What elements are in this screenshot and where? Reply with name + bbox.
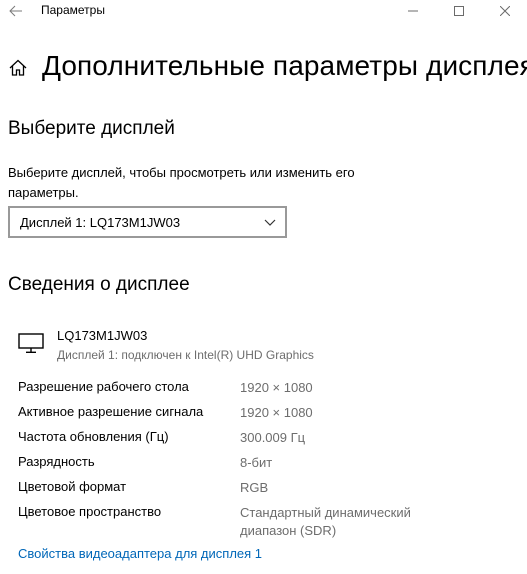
property-value: Стандартный динамический диапазон (SDR) <box>240 505 411 538</box>
property-label: Разрешение рабочего стола <box>18 379 189 394</box>
title-bar: Параметры <box>0 0 527 22</box>
monitor-icon <box>18 333 44 353</box>
arrow-left-icon <box>9 5 22 17</box>
page-header: Дополнительные параметры дисплея <box>0 48 527 88</box>
display-properties: Разрешение рабочего стола 1920 × 1080 Ак… <box>18 377 498 546</box>
property-value: 8-бит <box>240 455 273 470</box>
property-row-bit-depth: Разрядность 8-бит <box>18 452 498 477</box>
property-row-color-space: Цветовое пространство Стандартный динами… <box>18 502 498 546</box>
close-button[interactable] <box>482 0 527 22</box>
property-row-refresh-rate: Частота обновления (Гц) 300.009 Гц <box>18 427 498 452</box>
display-connection-info: Дисплей 1: подключен к Intel(R) UHD Grap… <box>57 348 314 362</box>
display-select-dropdown[interactable]: Дисплей 1: LQ173M1JW03 <box>8 206 287 238</box>
back-button[interactable] <box>0 0 32 22</box>
display-select-value: Дисплей 1: LQ173M1JW03 <box>20 214 181 230</box>
property-row-active-resolution: Активное разрешение сигнала 1920 × 1080 <box>18 402 498 427</box>
property-value: 1920 × 1080 <box>240 380 313 395</box>
home-icon[interactable] <box>8 58 28 78</box>
property-label: Разрядность <box>18 454 95 469</box>
chevron-down-icon <box>264 219 276 226</box>
property-value: 1920 × 1080 <box>240 405 313 420</box>
select-display-description: Выберите дисплей, чтобы просмотреть или … <box>8 165 355 200</box>
maximize-icon <box>454 6 464 16</box>
property-label: Цветовое пространство <box>18 504 162 519</box>
property-label: Активное разрешение сигнала <box>18 404 204 419</box>
minimize-button[interactable] <box>390 0 436 22</box>
select-display-heading: Выберите дисплей <box>8 118 175 139</box>
property-label: Цветовой формат <box>18 479 127 494</box>
window-title: Параметры <box>41 3 105 17</box>
property-value: RGB <box>240 480 269 495</box>
display-adapter-properties-link[interactable]: Свойства видеоадаптера для дисплея 1 <box>18 546 262 561</box>
property-row-desktop-resolution: Разрешение рабочего стола 1920 × 1080 <box>18 377 498 402</box>
property-row-color-format: Цветовой формат RGB <box>18 477 498 502</box>
page-title: Дополнительные параметры дисплея <box>42 50 527 81</box>
display-info-heading: Сведения о дисплее <box>8 274 190 295</box>
close-icon <box>500 6 510 16</box>
maximize-button[interactable] <box>436 0 482 22</box>
property-value: 300.009 Гц <box>240 430 306 445</box>
property-label: Частота обновления (Гц) <box>18 429 169 444</box>
minimize-icon <box>408 10 418 12</box>
display-name: LQ173M1JW03 <box>57 328 148 343</box>
